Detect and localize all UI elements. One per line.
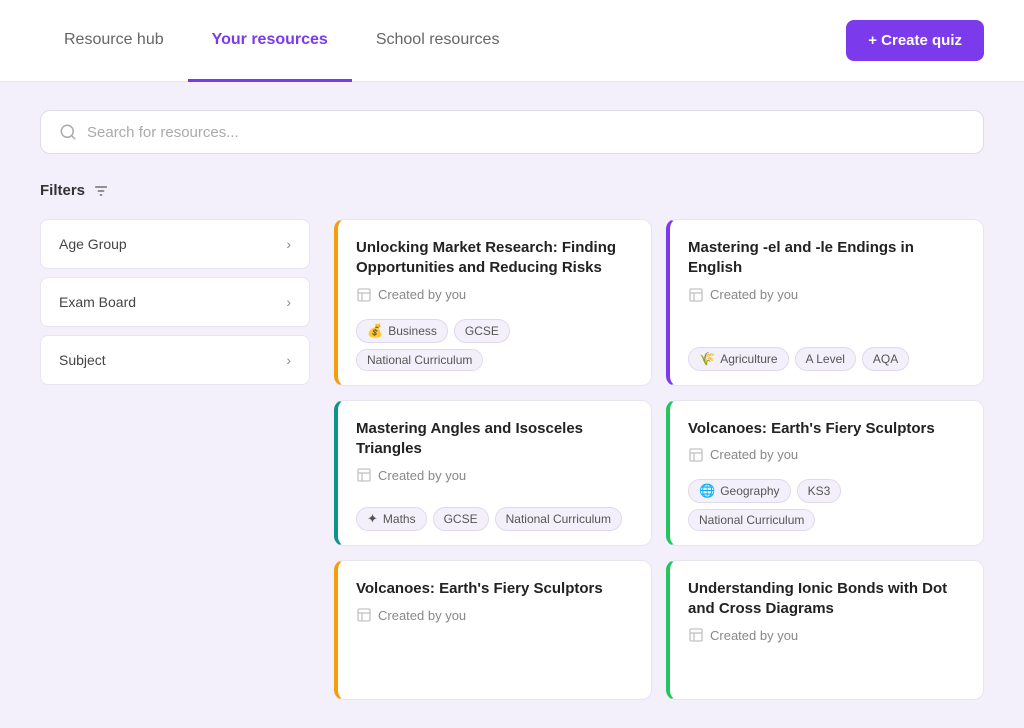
card-tags: 🌐Geography KS3 National Curriculum [688,471,965,531]
filter-sidebar: Age Group › Exam Board › Subject › [40,219,310,700]
card-title: Mastering -el and -le Endings in English [688,238,965,279]
card-creator: Created by you [688,627,965,643]
chevron-right-icon: › [286,294,291,310]
card-creator-text: Created by you [710,287,798,302]
search-bar [40,110,984,154]
filter-exam-board[interactable]: Exam Board › [40,277,310,327]
resource-card[interactable]: Unlocking Market Research: Finding Oppor… [334,219,652,386]
creator-icon [356,607,372,623]
tab-resource-hub[interactable]: Resource hub [40,1,188,82]
card-creator-text: Created by you [710,628,798,643]
filters-row: Filters [40,182,984,199]
creator-icon [688,287,704,303]
chevron-right-icon: › [286,236,291,252]
card-creator-text: Created by you [378,287,466,302]
chevron-right-icon: › [286,352,291,368]
filters-icon [93,183,109,199]
content-layout: Age Group › Exam Board › Subject › Unloc… [40,219,984,700]
card-creator: Created by you [356,467,633,483]
resource-card[interactable]: Mastering -el and -le Endings in English… [666,219,984,386]
tag: A Level [795,347,856,371]
resource-card[interactable]: Volcanoes: Earth's Fiery Sculptors Creat… [334,560,652,700]
search-icon [59,123,77,141]
create-quiz-button[interactable]: + Create quiz [846,20,984,61]
creator-icon [356,287,372,303]
card-creator-text: Created by you [378,608,466,623]
tab-school-resources[interactable]: School resources [352,1,524,82]
resource-card[interactable]: Volcanoes: Earth's Fiery Sculptors Creat… [666,400,984,546]
card-title: Unlocking Market Research: Finding Oppor… [356,238,633,279]
card-creator: Created by you [356,607,633,623]
filter-subject[interactable]: Subject › [40,335,310,385]
creator-icon [356,467,372,483]
cards-grid: Unlocking Market Research: Finding Oppor… [334,219,984,700]
tag: 💰Business [356,319,448,343]
creator-icon [688,447,704,463]
card-tags: ✦Maths GCSE National Curriculum [356,499,633,531]
tag: KS3 [797,479,842,503]
filter-exam-board-label: Exam Board [59,294,136,310]
card-creator: Created by you [356,287,633,303]
tag: ✦Maths [356,507,427,531]
tab-your-resources[interactable]: Your resources [188,1,352,82]
filter-age-group-label: Age Group [59,236,127,252]
search-input[interactable] [87,124,965,141]
filters-label: Filters [40,182,85,199]
tag: National Curriculum [356,349,483,371]
card-title: Volcanoes: Earth's Fiery Sculptors [688,419,965,439]
card-creator-text: Created by you [378,468,466,483]
card-tags: 🌾Agriculture A Level AQA [688,339,965,371]
tag: 🌐Geography [688,479,791,503]
tag: National Curriculum [495,507,622,531]
main-content: Filters Age Group › Exam Board › Subject… [0,82,1024,728]
card-title: Mastering Angles and Isosceles Triangles [356,419,633,460]
card-creator-text: Created by you [710,447,798,462]
filter-subject-label: Subject [59,352,106,368]
nav-tabs: Resource hub Your resources School resou… [40,0,846,81]
creator-icon [688,627,704,643]
card-tags: 💰Business GCSE National Curriculum [356,311,633,371]
card-title: Understanding Ionic Bonds with Dot and C… [688,579,965,620]
navigation: Resource hub Your resources School resou… [0,0,1024,82]
filter-age-group[interactable]: Age Group › [40,219,310,269]
tag: GCSE [454,319,510,343]
tag: National Curriculum [688,509,815,531]
tag: GCSE [433,507,489,531]
tag: AQA [862,347,909,371]
resource-card[interactable]: Understanding Ionic Bonds with Dot and C… [666,560,984,700]
resource-card[interactable]: Mastering Angles and Isosceles Triangles… [334,400,652,546]
tag: 🌾Agriculture [688,347,789,371]
card-creator: Created by you [688,287,965,303]
card-creator: Created by you [688,447,965,463]
card-title: Volcanoes: Earth's Fiery Sculptors [356,579,633,599]
